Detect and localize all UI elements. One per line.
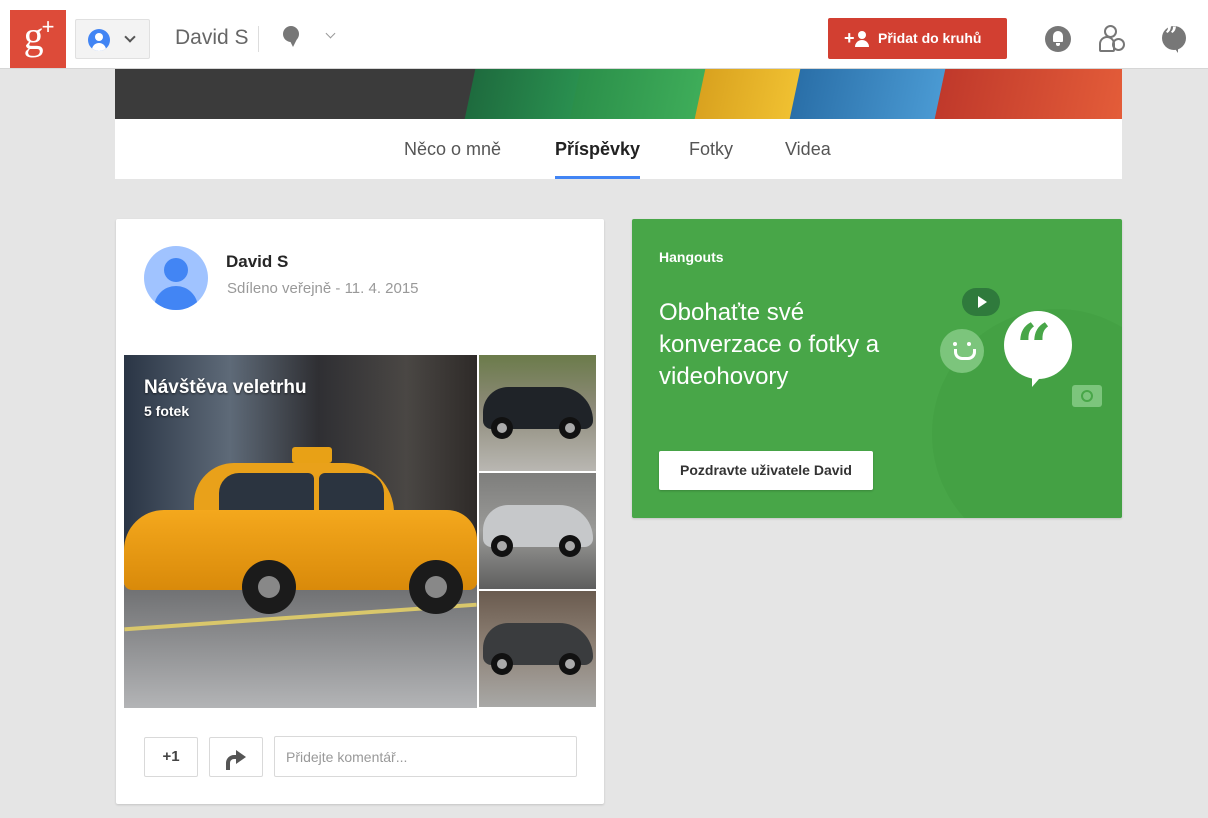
hangouts-icon[interactable] [1162, 23, 1186, 53]
share-button[interactable] [209, 737, 263, 777]
profile-name: David S [175, 26, 249, 49]
divider [258, 26, 259, 52]
circles-icon[interactable] [1098, 24, 1128, 54]
post-card: David S Sdíleno veřejně - 11. 4. 2015 Ná… [116, 219, 604, 804]
post-meta: Sdíleno veřejně - 11. 4. 2015 [227, 280, 419, 297]
smiley-bubble-icon [940, 329, 984, 373]
tab-posts[interactable]: Příspěvky [555, 119, 641, 179]
thought-bubble-icon[interactable] [281, 26, 301, 48]
hangouts-card: Hangouts Obohaťte své konverzace o fotky… [632, 219, 1122, 518]
account-icon [88, 29, 110, 51]
avatar[interactable] [144, 246, 208, 310]
album-thumbnail[interactable] [479, 355, 596, 471]
post-author[interactable]: David S [226, 252, 288, 272]
logo-letter: g [23, 13, 44, 58]
tab-photos[interactable]: Fotky [689, 119, 733, 179]
cover-photo [115, 69, 1122, 119]
account-switcher-button[interactable] [75, 19, 150, 59]
play-bubble-icon [962, 288, 1000, 316]
album-title: Návštěva veletrhu [144, 377, 307, 398]
album-thumbnail[interactable] [479, 473, 596, 589]
share-icon [226, 750, 248, 770]
top-bar: g+ David S + Přidat do kruhů [0, 0, 1208, 69]
tab-videos[interactable]: Videa [785, 119, 831, 179]
add-to-circles-button[interactable]: + Přidat do kruhů [828, 18, 1007, 59]
add-to-circles-label: Přidat do kruhů [878, 30, 982, 46]
camera-icon [1072, 385, 1102, 407]
google-plus-logo[interactable]: g+ [10, 10, 66, 68]
hangouts-headline: Obohaťte své konverzace o fotky a videoh… [659, 299, 880, 390]
say-hi-button[interactable]: Pozdravte uživatele David [659, 451, 873, 490]
person-add-icon: + [844, 29, 872, 48]
hangouts-icon: “ [1004, 311, 1072, 387]
album-main-photo[interactable]: Návštěva veletrhu 5 fotek [124, 355, 477, 708]
hangouts-label: Hangouts [659, 249, 724, 265]
album-count: 5 fotek [144, 403, 190, 419]
photo-album[interactable]: Návštěva veletrhu 5 fotek [124, 355, 596, 708]
chevron-down-icon[interactable] [325, 28, 336, 39]
notifications-bell-icon[interactable] [1045, 26, 1071, 52]
plus-one-button[interactable]: +1 [144, 737, 198, 777]
comment-input[interactable] [274, 736, 577, 777]
chevron-down-icon [124, 31, 136, 43]
logo-plus: + [41, 14, 55, 39]
album-thumbnail[interactable] [479, 591, 596, 707]
tab-about[interactable]: Něco o mně [404, 119, 501, 179]
profile-tabs: Něco o mně Příspěvky Fotky Videa [115, 119, 1122, 179]
